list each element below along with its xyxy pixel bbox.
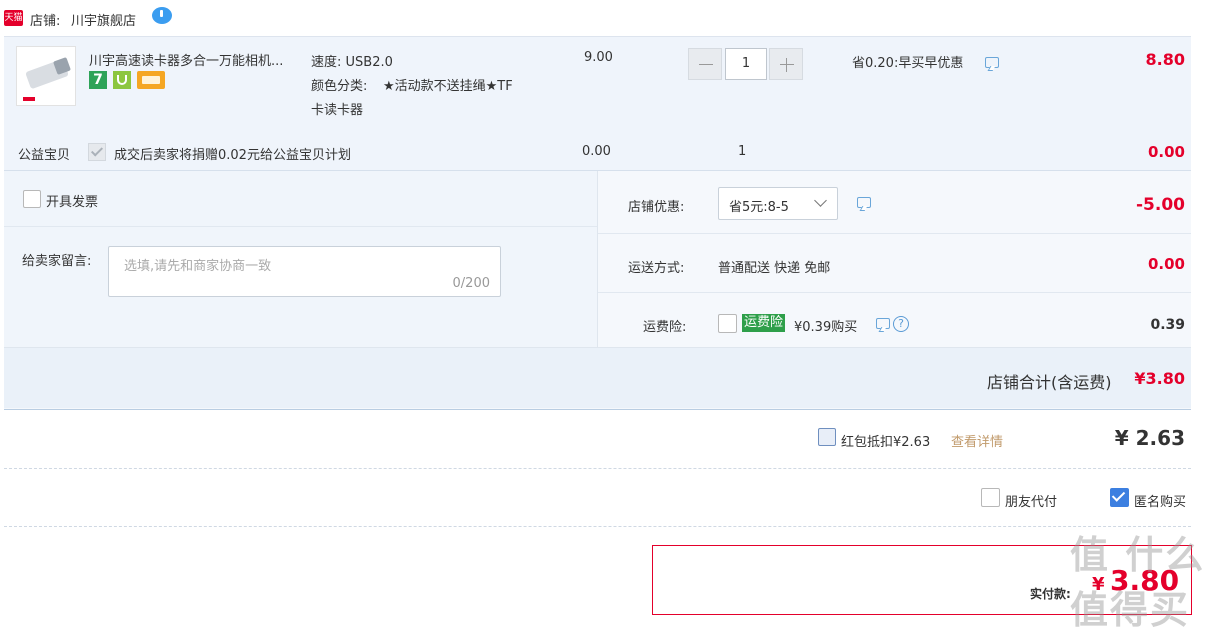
options-divider-bottom	[4, 526, 1191, 527]
friend-pay-checkbox[interactable]	[981, 488, 1000, 507]
invoice-checkbox[interactable]	[23, 190, 41, 208]
right-divider-1	[598, 233, 1191, 234]
redpacket-checkbox[interactable]	[818, 428, 836, 446]
options-divider	[597, 171, 598, 347]
chevron-down-icon	[814, 194, 827, 207]
item-discount-text: 省0.20:早买早优惠	[852, 56, 964, 71]
shop-discount-label: 店铺优惠:	[628, 200, 685, 215]
charity-price: 0.00	[582, 144, 611, 159]
item-subtotal: 8.80	[1145, 50, 1185, 69]
chat-bubble-icon[interactable]	[152, 7, 172, 24]
charity-quantity: 1	[738, 144, 747, 159]
spec-color-value-line2: 卡读卡器	[311, 103, 364, 118]
shop-total-amount: ¥3.80	[1134, 369, 1185, 388]
friend-pay-label: 朋友代付	[1005, 495, 1058, 510]
quantity-input[interactable]: 1	[725, 48, 767, 80]
insurance-message-icon[interactable]	[876, 318, 890, 329]
insurance-checkbox[interactable]	[718, 314, 737, 333]
credit-card-icon	[137, 71, 165, 89]
invoice-label: 开具发票	[46, 195, 99, 210]
shipping-value: 普通配送 快递 免邮	[718, 261, 831, 276]
quantity-decrease-button[interactable]	[688, 48, 722, 80]
anonymous-checkbox[interactable]	[1110, 488, 1129, 507]
discount-message-icon[interactable]	[985, 57, 999, 68]
redpacket-amount: ¥ 2.63	[1114, 426, 1185, 450]
insurance-label: 运费险:	[643, 320, 687, 335]
tmall-badge: 天猫	[4, 10, 23, 26]
shop-discount-amount: -5.00	[1136, 195, 1185, 215]
message-counter: 0/200	[452, 276, 490, 291]
shipping-label: 运送方式:	[628, 261, 685, 276]
product-title-link[interactable]: 川宇高速读卡器多合一万能相机...	[89, 50, 304, 69]
shop-name-link[interactable]: 川宇旗舰店	[71, 10, 136, 29]
watermark-logo: 值 什么值得买	[1070, 533, 1206, 632]
seller-message-input[interactable]: 选填,请先和商家协商一致 0/200	[108, 246, 501, 297]
anonymous-label: 匿名购买	[1134, 495, 1187, 510]
spec-color-value: ★活动款不送挂绳★TF	[383, 79, 513, 94]
shop-discount-select[interactable]: 省5元:8-5	[718, 187, 838, 220]
shop-discount-message-icon[interactable]	[857, 197, 871, 208]
quantity-increase-button[interactable]	[769, 48, 803, 80]
insurance-badge: 运费险	[742, 314, 786, 332]
redpacket-label: 红包抵扣¥2.63	[841, 435, 931, 450]
insurance-description: ¥0.39购买	[794, 320, 858, 335]
message-label: 给卖家留言:	[22, 254, 92, 269]
unit-price: 9.00	[584, 50, 613, 65]
shop-discount-value: 省5元:8-5	[729, 200, 789, 215]
product-image[interactable]	[16, 46, 76, 106]
charity-subtotal: 0.00	[1147, 143, 1185, 161]
help-question-icon[interactable]: ?	[893, 316, 909, 332]
charity-checkbox	[88, 143, 106, 161]
insurance-amount: 0.39	[1150, 317, 1185, 333]
seven-day-return-icon: 7	[89, 71, 107, 89]
right-divider-2	[598, 292, 1191, 293]
redpacket-divider	[4, 468, 1191, 469]
shop-total-label: 店铺合计(含运费)	[987, 373, 1112, 392]
spec-speed: 速度: USB2.0	[311, 55, 393, 70]
charity-label: 公益宝贝	[18, 148, 71, 163]
spec-color-label: 颜色分类:	[311, 79, 368, 94]
shop-label: 店铺:	[30, 14, 61, 29]
redpacket-details-link[interactable]: 查看详情	[951, 431, 1003, 450]
charity-description: 成交后卖家将捐赠0.02元给公益宝贝计划	[114, 148, 351, 163]
guarantee-icon	[113, 71, 131, 89]
invoice-divider	[4, 226, 597, 227]
shipping-amount: 0.00	[1147, 255, 1185, 273]
pay-label: 实付款:	[1030, 587, 1071, 601]
message-placeholder: 选填,请先和商家协商一致	[124, 259, 272, 274]
